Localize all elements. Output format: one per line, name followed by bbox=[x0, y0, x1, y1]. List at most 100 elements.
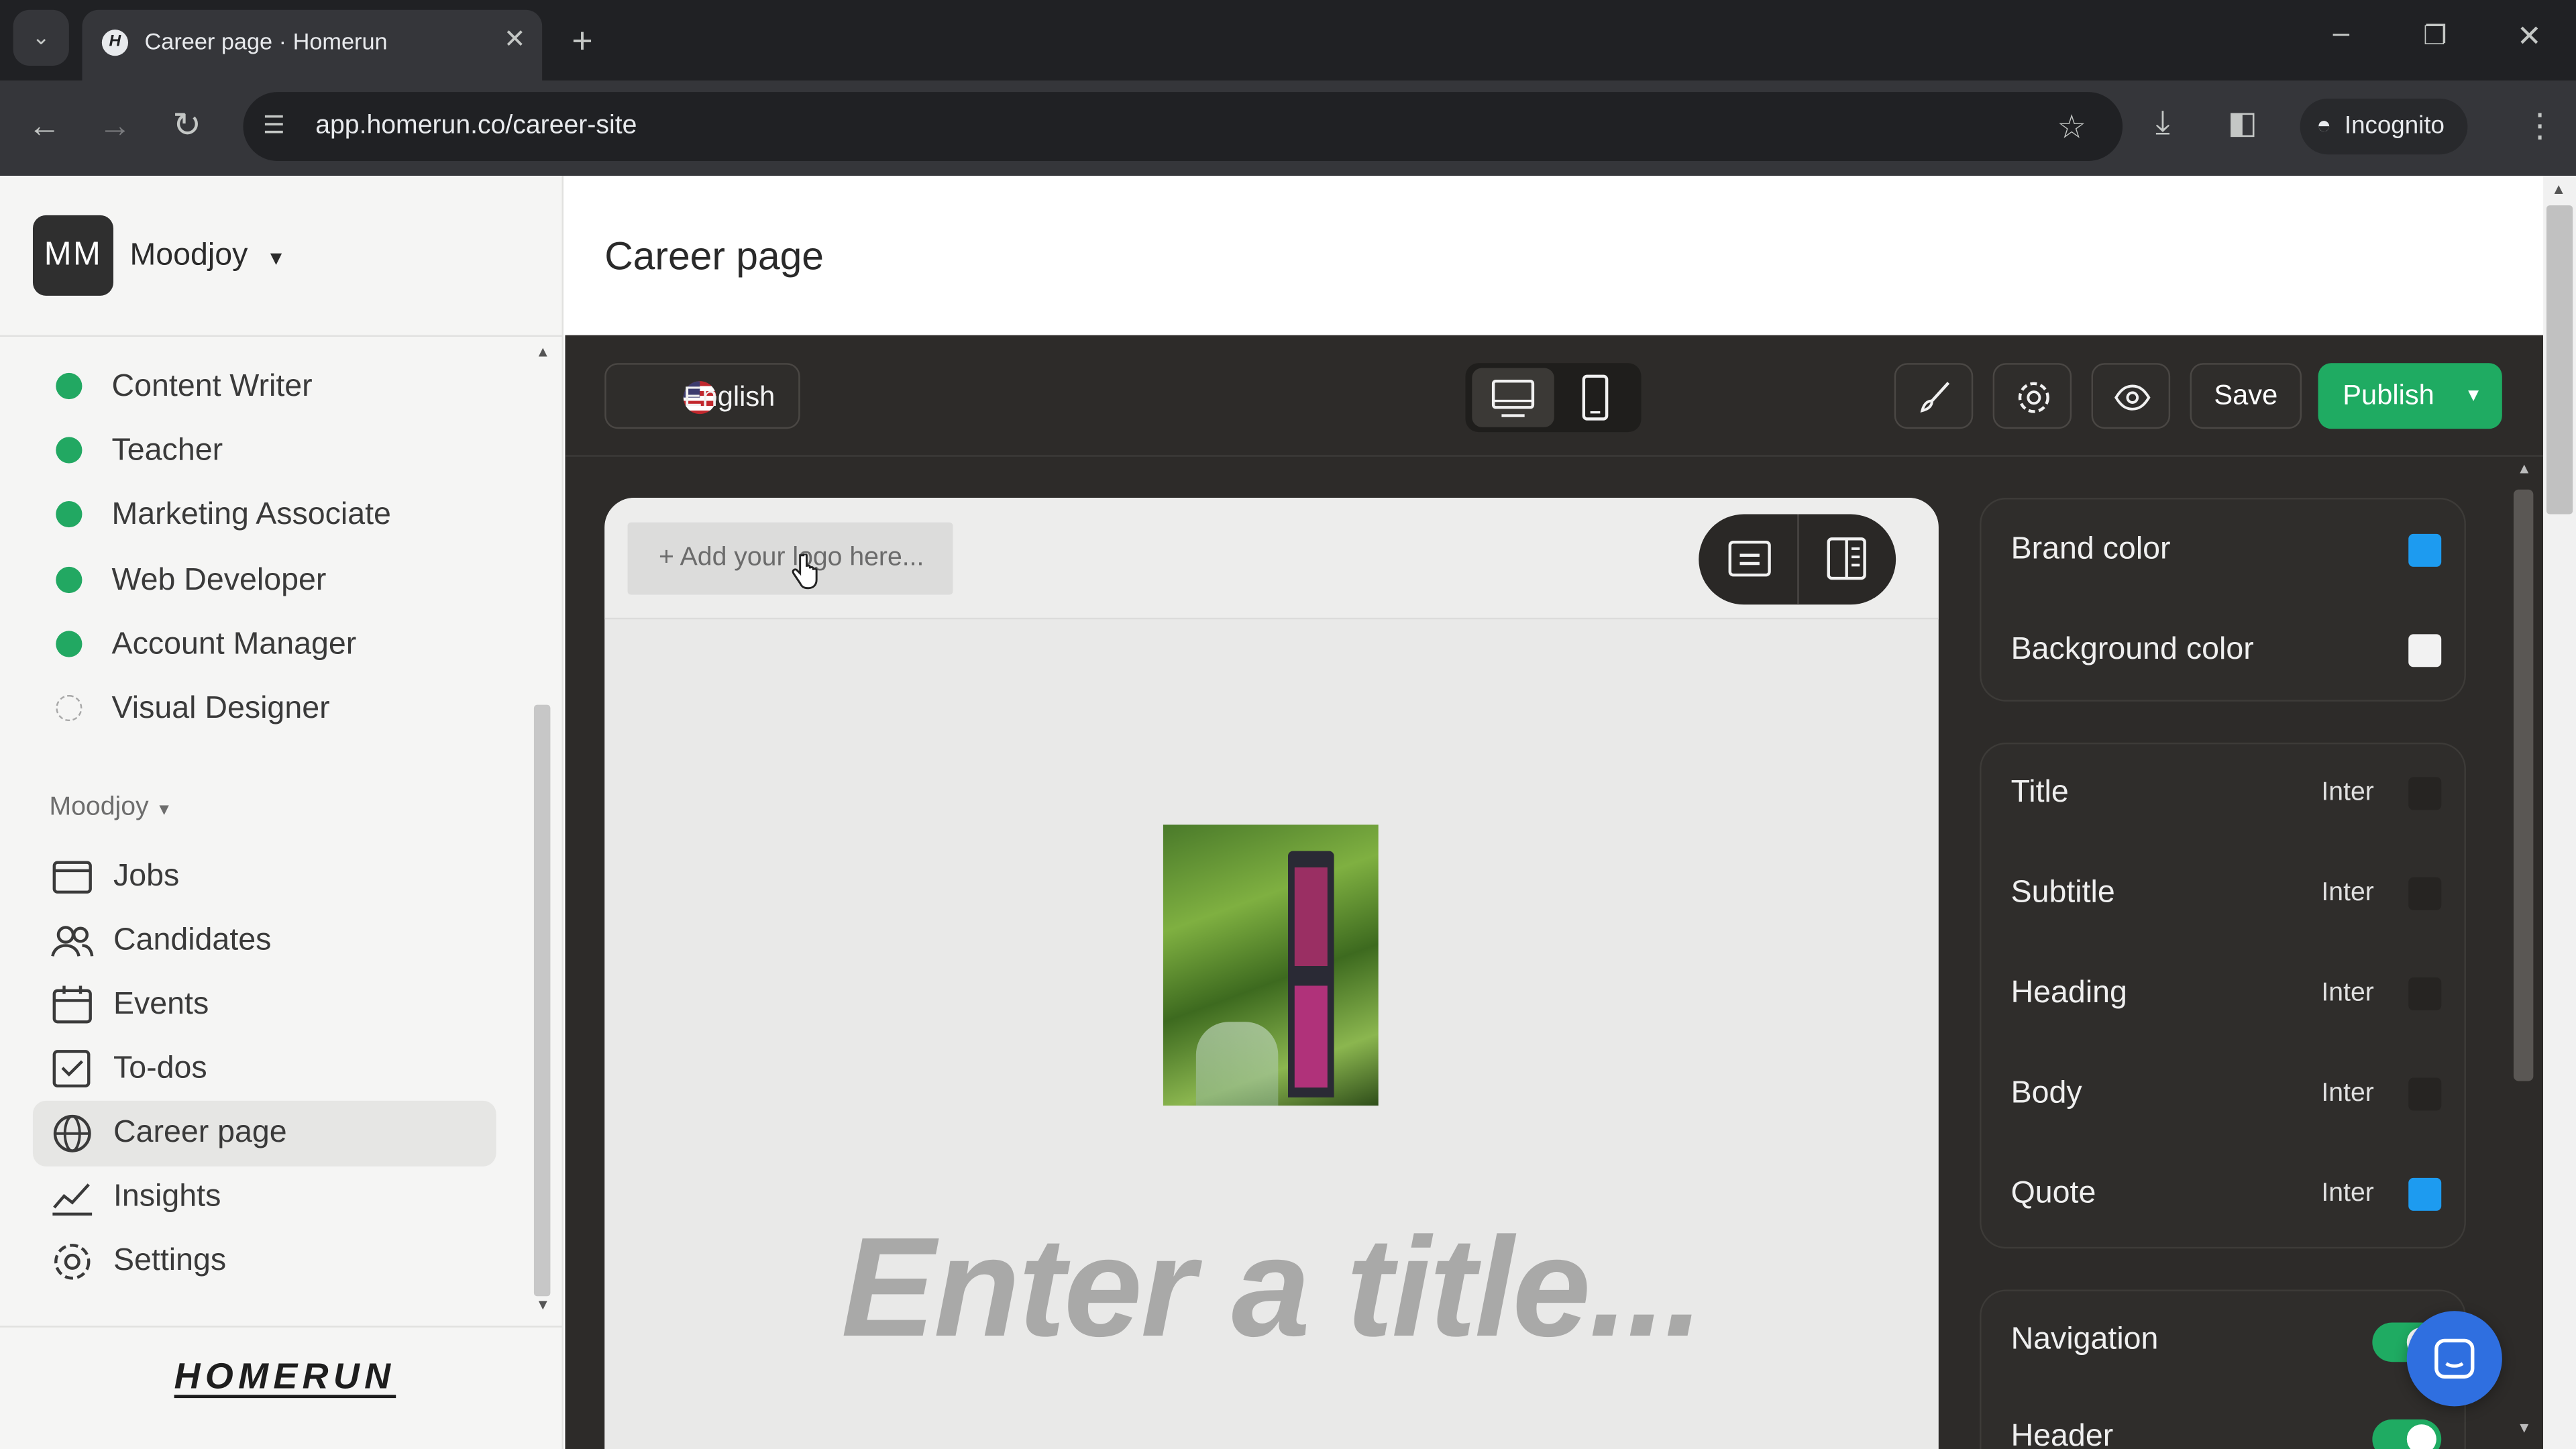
brand-color-row[interactable]: Brand color bbox=[2011, 526, 2442, 575]
design-brush-button[interactable] bbox=[1894, 363, 1974, 429]
job-item[interactable]: Content Writer bbox=[56, 370, 313, 416]
publish-button[interactable]: Publish ▼ bbox=[2318, 363, 2502, 429]
sidebar-item-jobs[interactable]: Jobs bbox=[33, 845, 496, 910]
close-window-icon[interactable]: ✕ bbox=[2517, 19, 2542, 54]
tab-search-icon[interactable]: ⌄ bbox=[13, 9, 69, 66]
browser-tab[interactable]: H Career page · Homerun ✕ bbox=[82, 9, 543, 81]
incognito-indicator[interactable]: ◓ Incognito bbox=[2300, 98, 2468, 155]
font-select[interactable]: Inter bbox=[2321, 779, 2373, 808]
scroll-up-arrow-icon[interactable]: ▲ bbox=[535, 343, 550, 360]
page-scrollbar[interactable]: ▲ bbox=[2543, 176, 2576, 1449]
font-select[interactable]: Inter bbox=[2321, 979, 2373, 1009]
preview-button[interactable] bbox=[2091, 363, 2171, 429]
text-color-swatch[interactable] bbox=[2408, 1177, 2442, 1211]
sidebar-scrollbar-thumb[interactable] bbox=[533, 704, 551, 1297]
job-item[interactable]: Web Developer bbox=[56, 564, 326, 610]
sidebar-item-events[interactable]: Events bbox=[33, 973, 496, 1038]
font-select[interactable]: Inter bbox=[2321, 1079, 2373, 1109]
font-select[interactable]: Inter bbox=[2321, 1179, 2373, 1209]
sidebar-item-candidates[interactable]: Candidates bbox=[33, 908, 496, 974]
sidebar-item-settings[interactable]: Settings bbox=[33, 1229, 496, 1295]
address-bar[interactable]: ☰ app.homerun.co/career-site ☆ bbox=[243, 92, 2123, 162]
published-status-icon bbox=[56, 500, 83, 528]
background-color-row[interactable]: Background color bbox=[2011, 626, 2442, 675]
typography-row-body[interactable]: Body Inter bbox=[2011, 1069, 2442, 1118]
browser-menu-icon[interactable]: ⋮ bbox=[2524, 105, 2557, 146]
globe-icon bbox=[53, 1114, 91, 1152]
sidebar-item-insights[interactable]: Insights bbox=[33, 1165, 496, 1230]
gear-icon bbox=[54, 1244, 91, 1280]
text-color-swatch[interactable] bbox=[2408, 877, 2442, 910]
tab-title: Career page · Homerun bbox=[144, 28, 388, 54]
header-toggle[interactable] bbox=[2372, 1419, 2442, 1449]
close-tab-icon[interactable]: ✕ bbox=[504, 23, 526, 56]
chevron-down-icon: ▼ bbox=[266, 246, 286, 270]
brand-color-swatch[interactable] bbox=[2408, 533, 2442, 567]
page-scrollbar-thumb[interactable] bbox=[2546, 205, 2573, 515]
background-color-swatch[interactable] bbox=[2408, 634, 2442, 667]
bookmark-star-icon[interactable]: ☆ bbox=[2057, 107, 2086, 148]
typography-row-title[interactable]: Title Inter bbox=[2011, 769, 2442, 818]
job-item[interactable]: Marketing Associate bbox=[56, 498, 391, 544]
scroll-up-arrow-icon[interactable]: ▲ bbox=[2517, 460, 2532, 476]
chart-icon bbox=[52, 1183, 93, 1216]
download-icon[interactable]: ⤓ bbox=[2155, 105, 2170, 143]
font-select[interactable]: Inter bbox=[2321, 879, 2373, 908]
mobile-preview-button[interactable] bbox=[1554, 368, 1636, 427]
sidebar: MM Moodjoy ▼ Content Writer Teacher Mark… bbox=[0, 176, 564, 1449]
incognito-icon: ◓ bbox=[2316, 111, 2332, 140]
side-panel-icon[interactable]: ◧ bbox=[2228, 105, 2257, 143]
sidebar-divider bbox=[0, 335, 564, 337]
hand-cursor-icon bbox=[792, 553, 818, 590]
job-item[interactable]: Teacher bbox=[56, 434, 223, 480]
header-toggle-row[interactable]: Header bbox=[2011, 1413, 2442, 1449]
language-selector[interactable]: English bbox=[604, 363, 800, 429]
chat-support-button[interactable] bbox=[2406, 1311, 2502, 1407]
settings-button[interactable] bbox=[1992, 363, 2072, 429]
text-color-swatch[interactable] bbox=[2408, 977, 2442, 1011]
page-header: Career page bbox=[565, 176, 2544, 335]
text-color-swatch[interactable] bbox=[2408, 777, 2442, 810]
banner-layout-icon[interactable] bbox=[1727, 539, 1773, 578]
brush-icon bbox=[1920, 382, 1950, 413]
save-button[interactable]: Save bbox=[2190, 363, 2302, 429]
typography-row-quote[interactable]: Quote Inter bbox=[2011, 1170, 2442, 1219]
draft-status-icon bbox=[56, 694, 83, 722]
back-icon[interactable]: ← bbox=[28, 109, 61, 146]
incognito-label: Incognito bbox=[2344, 111, 2445, 140]
color-settings-card: Brand color Background color bbox=[1980, 498, 2466, 702]
text-color-swatch[interactable] bbox=[2408, 1077, 2442, 1111]
typography-row-subtitle[interactable]: Subtitle Inter bbox=[2011, 869, 2442, 918]
editor-toolbar: English Save Publish ▼ bbox=[565, 335, 2544, 457]
job-item[interactable]: Account Manager bbox=[56, 628, 356, 674]
sidebar-item-todos[interactable]: To-dos bbox=[33, 1036, 496, 1102]
url-text: app.homerun.co/career-site bbox=[315, 111, 637, 140]
restore-icon[interactable]: ❐ bbox=[2423, 19, 2447, 52]
header-layout-switch bbox=[1699, 514, 1896, 605]
split-layout-icon[interactable] bbox=[1823, 535, 1870, 582]
minimize-icon[interactable]: – bbox=[2333, 16, 2350, 50]
scroll-down-arrow-icon[interactable]: ▼ bbox=[2517, 1419, 2532, 1436]
desktop-preview-button[interactable] bbox=[1472, 368, 1554, 427]
page-title: Career page bbox=[604, 235, 824, 280]
homerun-favicon-icon: H bbox=[101, 30, 129, 56]
sidebar-item-career-page[interactable]: Career page bbox=[32, 1100, 496, 1167]
forward-icon[interactable]: → bbox=[99, 109, 131, 146]
logo-upload-slot[interactable]: + Add your logo here... bbox=[627, 522, 953, 595]
published-status-icon bbox=[56, 437, 83, 464]
hero-title-input[interactable]: Enter a title... bbox=[604, 1208, 1939, 1370]
scroll-down-arrow-icon[interactable]: ▼ bbox=[535, 1296, 550, 1312]
editor-scrollbar[interactable]: ▲ ▼ bbox=[2510, 457, 2540, 1449]
scroll-up-arrow-icon[interactable]: ▲ bbox=[2551, 180, 2566, 197]
editor-scrollbar-thumb[interactable] bbox=[2513, 489, 2534, 1081]
section-header[interactable]: Moodjoy ▼ bbox=[49, 794, 172, 823]
reload-icon[interactable]: ↻ bbox=[172, 105, 201, 146]
career-page-editor: English Save Publish ▼ + Add your logo h… bbox=[565, 335, 2544, 1449]
site-info-icon[interactable]: ☰ bbox=[263, 110, 285, 140]
navigation-toggle-row[interactable]: Navigation bbox=[2011, 1316, 2442, 1365]
chevron-down-icon[interactable]: ▼ bbox=[2465, 363, 2483, 429]
job-item[interactable]: Visual Designer bbox=[56, 692, 330, 738]
new-tab-icon[interactable]: + bbox=[572, 19, 592, 62]
typography-row-heading[interactable]: Heading Inter bbox=[2011, 969, 2442, 1018]
hero-image[interactable] bbox=[1163, 824, 1379, 1106]
